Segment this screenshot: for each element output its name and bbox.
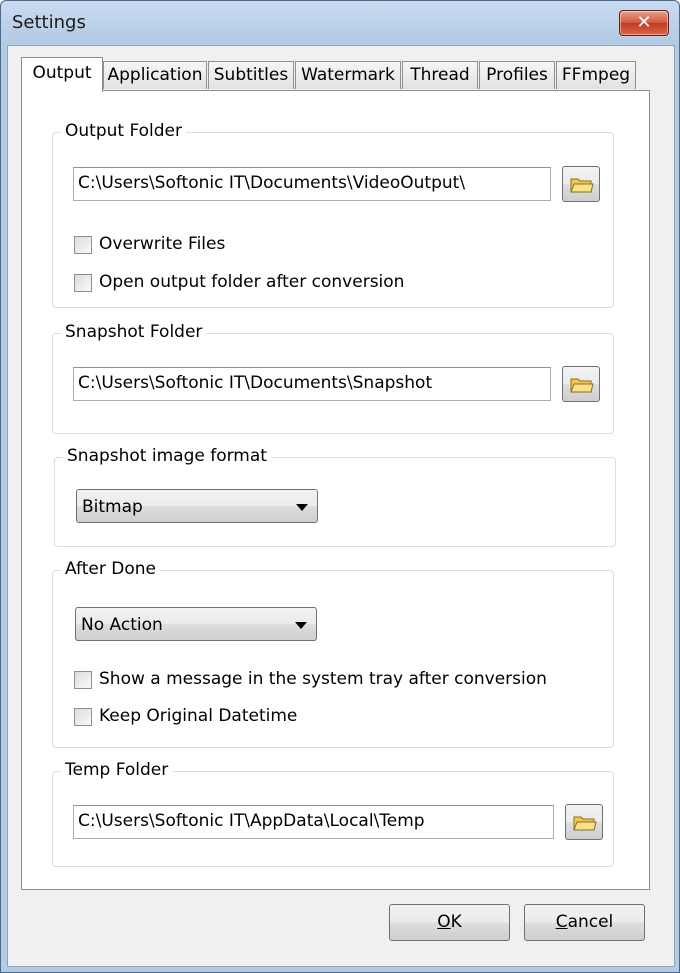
output-folder-path-input[interactable]: C:\Users\Softonic IT\Documents\VideoOutp… [73, 167, 551, 201]
chevron-down-icon [296, 504, 308, 511]
ok-label-rest: K [450, 912, 462, 932]
tab-application[interactable]: Application [103, 61, 207, 89]
open-output-folder-label: Open output folder after conversion [99, 272, 405, 292]
output-folder-group: Output Folder C:\Users\Softonic IT\Docum… [52, 121, 614, 308]
tab-ffmpeg[interactable]: FFmpeg [556, 61, 636, 89]
output-folder-legend: Output Folder [61, 121, 186, 141]
after-done-group: After Done No Action Show a message in t… [52, 559, 614, 748]
keep-datetime-label: Keep Original Datetime [99, 706, 298, 726]
tray-message-label: Show a message in the system tray after … [99, 669, 547, 689]
snapshot-format-dropdown[interactable]: Bitmap [76, 489, 318, 523]
snapshot-format-legend: Snapshot image format [63, 446, 271, 466]
snapshot-folder-path-input[interactable]: C:\Users\Softonic IT\Documents\Snapshot [73, 367, 551, 401]
folder-icon [570, 178, 594, 193]
temp-folder-browse-button[interactable] [565, 804, 603, 840]
folder-icon [570, 378, 594, 393]
temp-folder-path-input[interactable]: C:\Users\Softonic IT\AppData\Local\Temp [73, 805, 554, 839]
cancel-label-rest: ancel [567, 912, 614, 932]
tab-watermark[interactable]: Watermark [295, 61, 401, 89]
tab-thread[interactable]: Thread [402, 61, 478, 89]
snapshot-format-group: Snapshot image format Bitmap [54, 446, 616, 547]
close-icon: ✕ [636, 12, 652, 33]
snapshot-folder-group: Snapshot Folder C:\Users\Softonic IT\Doc… [52, 322, 614, 434]
tab-subtitles[interactable]: Subtitles [208, 61, 294, 89]
ok-button[interactable]: OK [389, 904, 510, 941]
cancel-mnemonic: C [555, 912, 568, 932]
folder-icon [573, 816, 597, 831]
output-tab-panel: Output Folder C:\Users\Softonic IT\Docum… [21, 90, 650, 890]
overwrite-files-label: Overwrite Files [99, 234, 226, 254]
keep-datetime-checkbox[interactable] [74, 708, 92, 726]
after-done-action-value: No Action [81, 615, 163, 635]
snapshot-folder-legend: Snapshot Folder [61, 322, 207, 342]
after-done-action-dropdown[interactable]: No Action [75, 607, 317, 641]
snapshot-folder-browse-button[interactable] [562, 366, 600, 402]
temp-folder-group: Temp Folder C:\Users\Softonic IT\AppData… [52, 760, 614, 867]
close-button[interactable]: ✕ [619, 10, 669, 36]
tab-profiles[interactable]: Profiles [479, 61, 555, 89]
temp-folder-legend: Temp Folder [61, 760, 173, 780]
dialog-body: Output Application Subtitles Watermark T… [7, 45, 675, 967]
snapshot-format-value: Bitmap [82, 497, 143, 517]
settings-window: Settings ✕ Output Application Subtitles … [0, 0, 680, 973]
window-title: Settings [12, 12, 86, 33]
after-done-legend: After Done [61, 559, 160, 579]
title-bar[interactable]: Settings ✕ [1, 1, 679, 45]
cancel-button[interactable]: Cancel [524, 904, 645, 941]
chevron-down-icon [295, 622, 307, 629]
tray-message-checkbox[interactable] [74, 671, 92, 689]
overwrite-files-checkbox[interactable] [74, 236, 92, 254]
output-folder-browse-button[interactable] [562, 166, 600, 202]
open-output-folder-checkbox[interactable] [74, 274, 92, 292]
tab-output[interactable]: Output [21, 57, 103, 92]
ok-mnemonic: O [437, 912, 451, 932]
